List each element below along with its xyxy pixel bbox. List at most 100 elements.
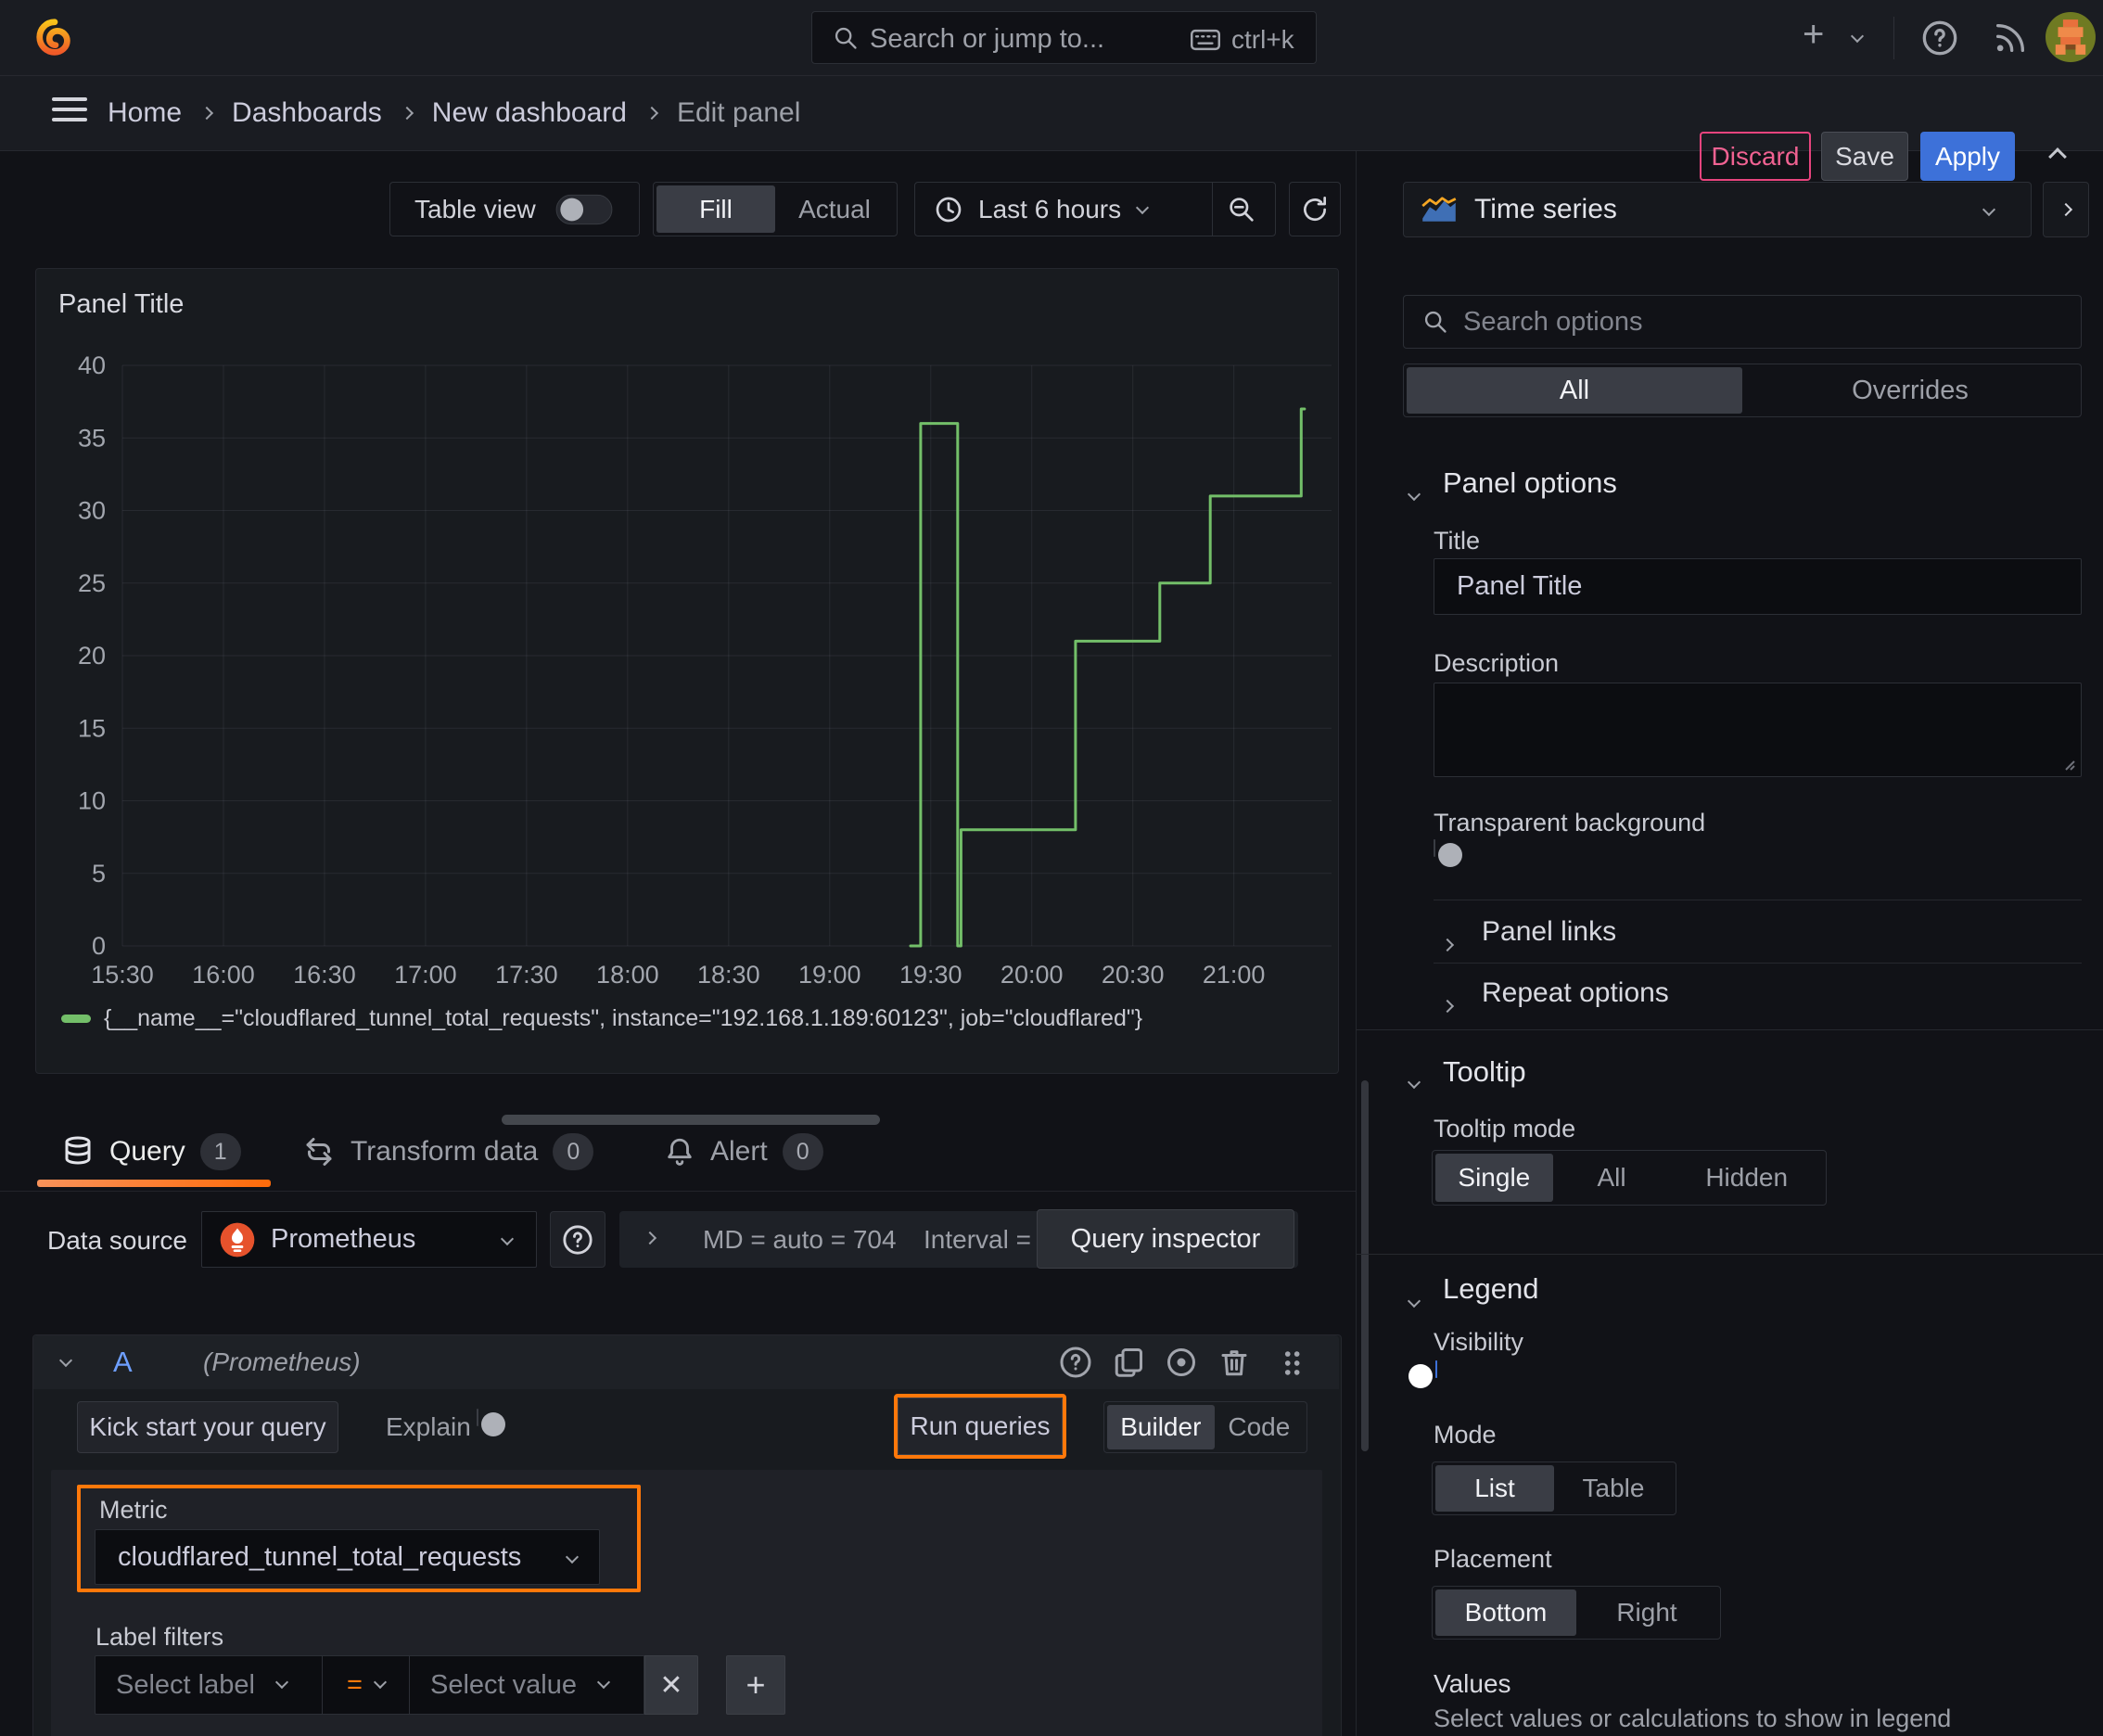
tab-overrides[interactable]: Overrides [1742,367,2078,414]
tooltip-mode-all[interactable]: All [1553,1154,1671,1202]
query-row-header[interactable]: A (Prometheus) [33,1335,1339,1389]
svg-text:10: 10 [78,787,106,815]
legend-visibility-toggle[interactable] [1408,1360,1437,1388]
options-expand-icon[interactable] [643,1231,657,1245]
delete-query-icon[interactable] [1217,1346,1251,1379]
run-queries-button[interactable]: Run queries [898,1398,1063,1455]
breadcrumb-home[interactable]: Home [108,97,182,129]
add-button[interactable]: + [1803,14,1824,56]
table-view-toggle[interactable] [555,194,613,224]
collapse-pane-icon [2058,202,2073,217]
legend-mode-table[interactable]: Table [1554,1465,1673,1512]
breadcrumb-chevron-icon [199,106,214,121]
options-search[interactable]: Search options [1403,295,2082,349]
breadcrumb-chevron-icon [400,106,414,121]
chart-legend: {__name__="cloudflared_tunnel_total_requ… [61,1005,1142,1032]
time-picker[interactable]: Last 6 hours [914,182,1276,236]
query-help-icon[interactable] [1059,1346,1092,1379]
resize-grip-icon [2065,760,2075,771]
section-divider [1357,1029,2103,1030]
tooltip-collapse-icon[interactable] [1407,1075,1421,1090]
query-options-stats: MD = auto = 704 [703,1225,897,1254]
legend-swatch[interactable] [61,1015,91,1023]
refresh-button[interactable] [1289,182,1341,236]
legend-header[interactable]: Legend [1443,1272,1538,1306]
tab-transform-count: 0 [553,1133,594,1170]
grafana-logo[interactable] [33,17,76,59]
tab-transform[interactable]: Transform data 0 [302,1133,594,1170]
tooltip-header[interactable]: Tooltip [1443,1055,1526,1089]
legend-placement-segmented: Bottom Right [1432,1586,1721,1640]
legend-mode-list[interactable]: List [1435,1465,1554,1512]
apply-button[interactable]: Apply [1920,132,2015,181]
legend-series-label[interactable]: {__name__="cloudflared_tunnel_total_requ… [104,1005,1142,1032]
help-icon[interactable] [1921,19,1958,57]
sidebar-divider [1356,151,1357,1736]
panel-resize-handle[interactable] [502,1115,880,1125]
toggle-visibility-icon[interactable] [1165,1346,1198,1379]
metric-value: cloudflared_tunnel_total_requests [118,1541,522,1572]
tab-query[interactable]: Query 1 [61,1133,241,1170]
time-series-chart[interactable]: 0 5 10 15 20 25 30 35 40 15:30 16:00 16:30 17:00 17:3… [36,269,1338,1073]
active-tab-underline [37,1180,271,1187]
duplicate-query-icon[interactable] [1112,1346,1145,1379]
panel-links-expand-icon[interactable] [1440,938,1455,952]
select-label-placeholder: Select label [116,1669,255,1700]
breadcrumb-dashboards[interactable]: Dashboards [232,97,382,129]
nav-icon-divider [1893,17,1894,59]
query-collapse-icon[interactable] [58,1353,73,1368]
fill-option[interactable]: Fill [656,185,775,233]
add-filter-button[interactable]: + [726,1655,785,1715]
panel-links-header[interactable]: Panel links [1482,916,1616,948]
tab-transform-label: Transform data [350,1136,539,1167]
viz-picker[interactable]: Time series [1403,182,2032,237]
main-scrollbar-thumb[interactable] [1361,1080,1369,1451]
tooltip-mode-single[interactable]: Single [1435,1154,1553,1202]
global-search[interactable]: Search or jump to... ctrl+k [811,11,1317,64]
select-value-caret-icon [596,1675,611,1690]
operator-dropdown[interactable]: = [323,1655,410,1715]
refresh-icon [1300,195,1330,224]
legend-placement-right[interactable]: Right [1576,1589,1717,1636]
remove-filter-button[interactable]: ✕ [644,1655,698,1715]
transparent-bg-toggle[interactable] [1434,839,1462,867]
menu-toggle[interactable] [52,95,89,128]
select-value-dropdown[interactable]: Select value [410,1655,644,1715]
datasource-help-button[interactable] [550,1211,605,1268]
code-option[interactable]: Code [1215,1405,1304,1449]
explain-toggle[interactable] [477,1409,505,1436]
svg-text:30: 30 [78,497,106,525]
metric-dropdown[interactable]: cloudflared_tunnel_total_requests [95,1529,600,1585]
tab-alert[interactable]: Alert 0 [664,1133,823,1170]
viz-picker-label: Time series [1474,194,1617,224]
title-input[interactable]: Panel Title [1434,558,2082,615]
news-rss-icon[interactable] [1992,19,2029,57]
user-avatar[interactable] [2046,12,2096,62]
panel-options-header[interactable]: Panel options [1443,466,1617,500]
description-textarea[interactable] [1434,683,2082,777]
tooltip-mode-hidden[interactable]: Hidden [1670,1154,1823,1202]
legend-collapse-icon[interactable] [1407,1294,1421,1308]
repeat-options-expand-icon[interactable] [1440,999,1455,1014]
tab-all[interactable]: All [1407,367,1742,414]
actual-option[interactable]: Actual [775,185,894,233]
legend-visibility-label: Visibility [1434,1328,1524,1356]
save-button[interactable]: Save [1821,132,1908,181]
panel-options-collapse-icon[interactable] [1407,487,1421,502]
datasource-picker[interactable]: Prometheus [201,1211,537,1268]
time-picker-divider [1212,183,1213,236]
repeat-options-header[interactable]: Repeat options [1482,977,1669,1009]
select-label-dropdown[interactable]: Select label [95,1655,323,1715]
builder-option[interactable]: Builder [1107,1405,1215,1449]
kick-start-button[interactable]: Kick start your query [77,1401,338,1453]
query-inspector-button[interactable]: Query inspector [1037,1209,1294,1269]
description-label: Description [1434,649,1560,677]
collapse-pane-button[interactable] [2043,182,2089,237]
legend-placement-bottom[interactable]: Bottom [1435,1589,1576,1636]
discard-button[interactable]: Discard [1700,132,1811,181]
operator-caret-icon [373,1675,388,1690]
breadcrumb-new-dashboard[interactable]: New dashboard [432,97,627,129]
drag-handle-icon[interactable] [1276,1347,1307,1379]
zoom-out-icon[interactable] [1227,195,1256,224]
visual-query-editor: Metric cloudflared_tunnel_total_requests… [51,1470,1322,1736]
